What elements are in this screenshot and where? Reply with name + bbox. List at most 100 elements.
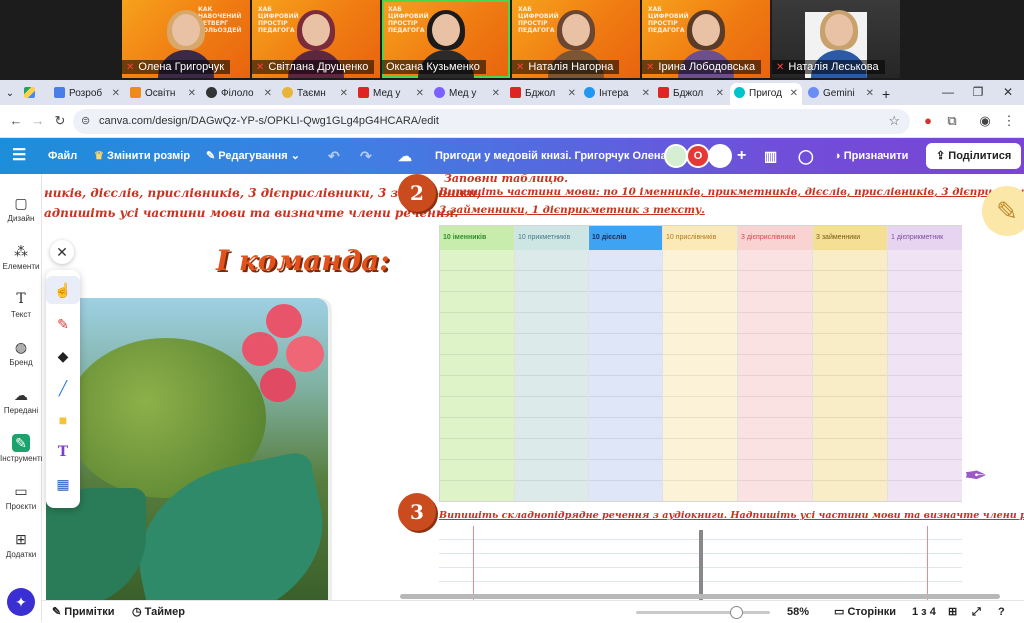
browser-tab[interactable]: Освітн ✕ <box>130 83 200 105</box>
collaborator-avatar[interactable] <box>708 144 732 168</box>
marker-pen-icon[interactable]: ✎ <box>46 310 80 338</box>
help-icon[interactable]: ? <box>998 601 1005 623</box>
editing-mode-button[interactable]: ✎ Редагування ⌄ <box>206 138 300 174</box>
new-tab-button[interactable]: + <box>882 83 896 105</box>
sidebar-item-tools[interactable]: ✎ Інструменти <box>0 428 42 474</box>
shapes-icon[interactable]: ◆ <box>46 342 80 370</box>
task2-instruction-line2[interactable]: 3 займенники, 1 дієприкметник з тексту. <box>439 204 705 216</box>
browser-tab[interactable]: Бджол ✕ <box>510 83 580 105</box>
share-button[interactable]: ⇪ Поділитися <box>926 143 1022 169</box>
grid-view-icon[interactable]: ⊞ <box>948 601 957 623</box>
table-column[interactable]: 10 прикметників <box>515 226 589 501</box>
participant-tile[interactable]: КАК НАВОЧЕНИЙ ЧЕТВЕРГ КОЛЬОЗДЕЙ ✕ Олена Г… <box>122 0 250 78</box>
zoom-percent[interactable]: 58% <box>787 601 809 623</box>
writing-lines-area[interactable] <box>439 526 962 600</box>
bookmark-star-icon[interactable]: ☆ <box>888 113 900 129</box>
table-column[interactable]: 10 прислівників <box>663 226 738 501</box>
url-field[interactable]: ⊜ canva.com/design/DAGwQz-YP-s/OPKLI-Qwg… <box>73 109 910 134</box>
close-tab-icon[interactable]: ✕ <box>642 83 650 105</box>
close-tab-icon[interactable]: ✕ <box>340 83 348 105</box>
close-tab-icon[interactable]: ✕ <box>264 83 272 105</box>
table-column[interactable]: 3 займенники <box>813 226 888 501</box>
browser-tab[interactable]: Мед у ✕ <box>434 83 504 105</box>
notes-button[interactable]: ✎ Примітки <box>52 601 115 623</box>
browser-tab[interactable]: Мед у ✕ <box>358 83 428 105</box>
illustration-image[interactable] <box>46 298 328 600</box>
page-counter[interactable]: 1 з 4 <box>912 601 936 623</box>
browser-tab[interactable]: Бджол ✕ <box>658 83 728 105</box>
select-hand-icon[interactable]: ☝ <box>46 276 80 304</box>
team-title[interactable]: І команда: <box>216 244 390 277</box>
table-column[interactable]: 10 іменників <box>440 226 515 501</box>
sidebar-item-elements[interactable]: ⁂ Елементи <box>0 236 42 282</box>
browser-tab[interactable]: Gemini ✕ <box>808 83 878 105</box>
line-pen-icon[interactable]: ╱ <box>46 374 80 402</box>
tab-list-button[interactable]: ⌄ <box>2 83 18 105</box>
file-menu-button[interactable]: Файл <box>48 138 77 174</box>
fullscreen-icon[interactable]: ⤢ <box>972 601 981 623</box>
comments-icon[interactable]: ◯ <box>798 138 814 174</box>
collaborator-avatar[interactable]: O <box>686 144 710 168</box>
zoom-slider-handle[interactable] <box>729 606 743 619</box>
redo-icon[interactable]: ↷ <box>360 138 372 174</box>
timer-button[interactable]: ◷ Таймер <box>132 601 185 623</box>
participant-tile[interactable]: ХАБ ЦИФРОВИЙ ПРОСТІР ПЕДАГОГА ✕ Наталія Н… <box>512 0 640 78</box>
zoom-slider[interactable] <box>636 606 770 619</box>
close-draw-tools-icon[interactable]: ✕ <box>50 240 74 264</box>
restore-icon[interactable]: ❐ <box>963 80 993 105</box>
parts-of-speech-table[interactable]: 10 іменників 10 прикметників 10 дієслів … <box>439 225 962 502</box>
analytics-icon[interactable]: ▥ <box>764 138 777 174</box>
task2-instruction-line1[interactable]: Випишіть частини мови: по 10 іменників, … <box>439 186 1024 198</box>
magic-assistant-button[interactable]: ✦ <box>7 588 35 616</box>
task1-text-line2[interactable]: адпишіть усі частини мови та визначте чл… <box>44 206 458 220</box>
table-column[interactable]: 3 дієприслівники <box>738 226 813 501</box>
close-tab-icon[interactable]: ✕ <box>112 83 120 105</box>
resize-button[interactable]: ♛ Змінити розмір <box>94 138 190 174</box>
close-tab-icon[interactable]: ✕ <box>790 83 798 105</box>
close-tab-icon[interactable]: ✕ <box>416 83 424 105</box>
sidebar-item-design[interactable]: ▢ Дизайн <box>0 188 42 234</box>
browser-tab[interactable]: Розроб ✕ <box>54 83 124 105</box>
browser-menu-icon[interactable]: ⋮ <box>999 111 1019 131</box>
assign-button[interactable]: ◑ Призначити <box>824 143 918 169</box>
participant-tile-speaking[interactable]: ХАБ ЦИФРОВИЙ ПРОСТІР ПЕДАГОГА Оксана Куз… <box>382 0 510 78</box>
close-tab-icon[interactable]: ✕ <box>188 83 196 105</box>
pencil-sticker-icon[interactable]: ✎ <box>982 186 1024 236</box>
browser-tab-active[interactable]: Пригод ✕ <box>730 83 802 105</box>
browser-tab[interactable]: Філоло ✕ <box>206 83 276 105</box>
sidebar-item-brand[interactable]: ◍ Бренд <box>0 332 42 378</box>
sticky-note-icon[interactable]: ■ <box>46 406 80 434</box>
browser-tab[interactable] <box>24 83 46 105</box>
minimize-icon[interactable]: — <box>933 80 963 105</box>
participant-tile[interactable]: ХАБ ЦИФРОВИЙ ПРОСТІР ПЕДАГОГА ✕ Світлана … <box>252 0 380 78</box>
horizontal-scrollbar[interactable] <box>400 594 1000 599</box>
close-tab-icon[interactable]: ✕ <box>866 83 874 105</box>
extension-icon[interactable]: ● <box>918 111 938 131</box>
design-canvas[interactable]: ників, дієслів, прислівників, 3 дієприсл… <box>42 174 1024 600</box>
undo-icon[interactable]: ↶ <box>328 138 340 174</box>
add-collaborator-icon[interactable]: + <box>737 138 746 174</box>
table-column[interactable]: 1 дієприкметник <box>888 226 962 501</box>
table-column[interactable]: 10 дієслів <box>589 226 663 501</box>
close-tab-icon[interactable]: ✕ <box>492 83 500 105</box>
text-tool-icon[interactable]: T <box>46 438 80 466</box>
pages-button[interactable]: ▭ Сторінки <box>834 601 896 623</box>
site-info-icon[interactable]: ⊜ <box>81 114 90 127</box>
task2-heading[interactable]: Заповни таблицю. <box>444 174 568 185</box>
hamburger-menu-icon[interactable]: ☰ <box>12 138 26 174</box>
cloud-save-icon[interactable]: ☁ <box>398 138 412 174</box>
participant-tile[interactable]: ✕ Наталія Леськова <box>772 0 900 78</box>
profile-avatar-icon[interactable]: ◉ <box>975 111 995 131</box>
sidebar-item-projects[interactable]: ▭ Проєкти <box>0 476 42 522</box>
close-tab-icon[interactable]: ✕ <box>716 83 724 105</box>
table-tool-icon[interactable]: ▦ <box>46 470 80 498</box>
reload-icon[interactable]: ↻ <box>50 111 70 131</box>
sidebar-item-apps[interactable]: ⊞ Додатки <box>0 524 42 570</box>
extensions-puzzle-icon[interactable]: ⧉ <box>942 111 962 131</box>
collaborator-avatar[interactable] <box>664 144 688 168</box>
close-window-icon[interactable]: ✕ <box>993 80 1023 105</box>
sidebar-item-text[interactable]: T Текст <box>0 284 42 330</box>
browser-tab[interactable]: Таємн ✕ <box>282 83 352 105</box>
close-tab-icon[interactable]: ✕ <box>568 83 576 105</box>
task3-instruction[interactable]: Випишіть складнопідрядне речення з аудіо… <box>439 510 1024 521</box>
